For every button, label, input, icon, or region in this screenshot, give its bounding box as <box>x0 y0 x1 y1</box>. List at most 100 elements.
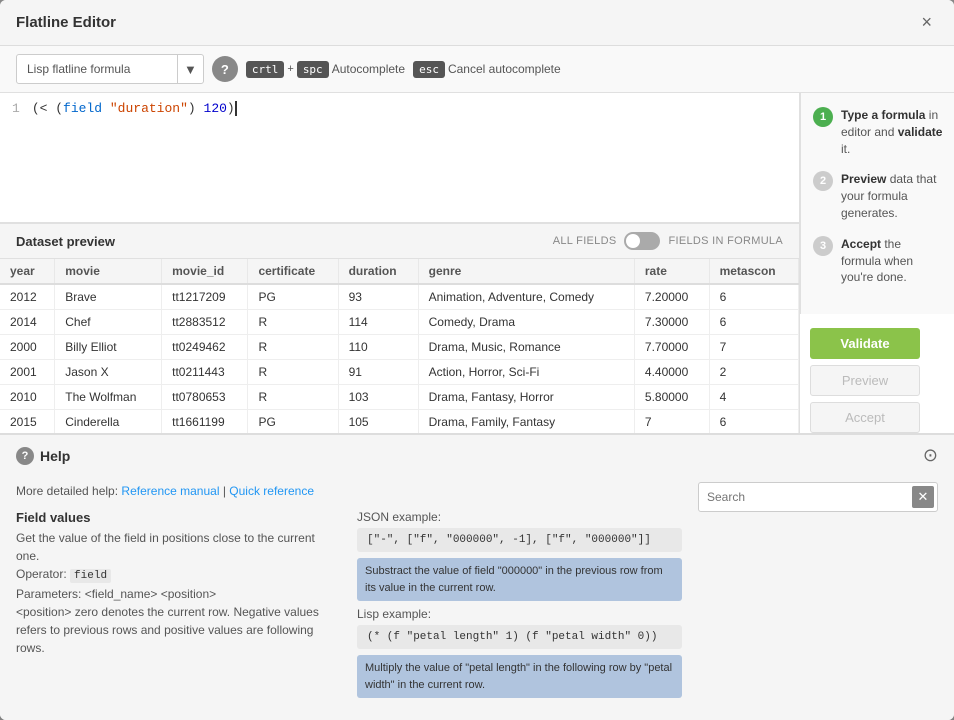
kbd-ctrl: crtl <box>246 61 285 78</box>
data-table: yearmoviemovie_idcertificatedurationgenr… <box>0 259 799 435</box>
table-cell: tt1217209 <box>162 284 248 310</box>
json-example-label: JSON example: <box>357 510 682 524</box>
step-1-num: 1 <box>813 107 833 127</box>
help-right-panel: JSON example: ["-", ["f", "000000", -1],… <box>357 510 682 704</box>
search-input[interactable] <box>699 490 912 504</box>
editor-section: 1 (< (field "duration") 120) Dataset pre… <box>0 93 799 433</box>
table-cell: 7 <box>709 335 798 360</box>
code-line-1: 1 (< (field "duration") 120) <box>12 101 787 116</box>
line-number: 1 <box>12 101 20 116</box>
table-row: 2015Cinderellatt1661199PG105Drama, Famil… <box>0 410 799 435</box>
step-2-num: 2 <box>813 171 833 191</box>
table-cell: Animation, Adventure, Comedy <box>418 284 634 310</box>
formula-dropdown[interactable]: Lisp flatline formula ▼ <box>16 54 204 84</box>
table-row: 2001Jason Xtt0211443R91Action, Horror, S… <box>0 360 799 385</box>
kbd-esc: esc <box>413 61 445 78</box>
code-content: (< (field "duration") 120) <box>32 101 237 116</box>
table-cell: Billy Elliot <box>55 335 162 360</box>
fields-toggle[interactable]: ALL FIELDS FIELDS IN FORMULA <box>553 232 783 250</box>
reference-manual-link[interactable]: Reference manual <box>121 484 219 498</box>
table-cell: R <box>248 335 338 360</box>
table-body: 2012Bravett1217209PG93Animation, Adventu… <box>0 284 799 435</box>
modal-header: Flatline Editor × <box>0 0 954 46</box>
col-header-rate: rate <box>634 259 709 284</box>
help-operator-code: field <box>70 569 111 583</box>
table-cell: R <box>248 385 338 410</box>
action-buttons: Validate Preview Accept <box>800 314 930 443</box>
formula-label: Lisp flatline formula <box>17 62 177 76</box>
search-box[interactable]: ✕ <box>698 482 938 512</box>
code-editor[interactable]: 1 (< (field "duration") 120) <box>0 93 799 223</box>
table-row: 2014Cheftt2883512R114Comedy, Drama7.3000… <box>0 310 799 335</box>
col-header-movie_id: movie_id <box>162 259 248 284</box>
json-highlight: Substract the value of field "000000" in… <box>357 558 682 601</box>
table-row: 2012Bravett1217209PG93Animation, Adventu… <box>0 284 799 310</box>
help-separator: | <box>223 484 226 498</box>
table-cell: Comedy, Drama <box>418 310 634 335</box>
accept-button: Accept <box>810 402 920 433</box>
help-icon: ? <box>16 447 34 465</box>
help-links-prefix: More detailed help: <box>16 484 118 498</box>
step-2-text: Preview data that your formula generates… <box>841 171 943 221</box>
table-cell: tt0780653 <box>162 385 248 410</box>
dropdown-arrow-icon[interactable]: ▼ <box>177 55 203 83</box>
collapse-help-button[interactable]: ⊙ <box>923 445 938 466</box>
table-cell: 2012 <box>0 284 55 310</box>
step-2: 2 Preview data that your formula generat… <box>813 171 943 221</box>
table-cell: R <box>248 360 338 385</box>
table-cell: Drama, Fantasy, Horror <box>418 385 634 410</box>
close-button[interactable]: × <box>915 10 938 35</box>
help-header[interactable]: ? Help ⊙ <box>0 435 954 476</box>
json-code-block: ["-", ["f", "000000", -1], ["f", "000000… <box>357 528 682 552</box>
table-cell: 103 <box>338 385 418 410</box>
table-cell: 105 <box>338 410 418 435</box>
table-cell: 7.30000 <box>634 310 709 335</box>
step-3-num: 3 <box>813 236 833 256</box>
col-header-movie: movie <box>55 259 162 284</box>
autocomplete-shortcut: crtl + spc Autocomplete <box>246 61 405 78</box>
table-cell: tt1661199 <box>162 410 248 435</box>
table-cell: 2 <box>709 360 798 385</box>
autocomplete-label: Autocomplete <box>332 62 405 76</box>
preview-header: Dataset preview ALL FIELDS FIELDS IN FOR… <box>0 224 799 259</box>
table-cell: Cinderella <box>55 410 162 435</box>
table-cell: 4.40000 <box>634 360 709 385</box>
table-cell: 2015 <box>0 410 55 435</box>
table-cell: 6 <box>709 410 798 435</box>
table-cell: Chef <box>55 310 162 335</box>
search-clear-button[interactable]: ✕ <box>912 486 934 508</box>
table-cell: Brave <box>55 284 162 310</box>
cancel-autocomplete-label: Cancel autocomplete <box>448 62 561 76</box>
steps-panel: 1 Type a formula in editor and validate … <box>800 93 954 314</box>
toggle-knob <box>626 234 640 248</box>
table-cell: Action, Horror, Sci-Fi <box>418 360 634 385</box>
table-cell: PG <box>248 284 338 310</box>
kbd-spc: spc <box>297 61 329 78</box>
cancel-autocomplete-shortcut: esc Cancel autocomplete <box>413 61 561 78</box>
table-cell: 91 <box>338 360 418 385</box>
table-cell: 6 <box>709 284 798 310</box>
dataset-preview-title: Dataset preview <box>16 234 115 249</box>
step-3-text: Accept the formula when you're done. <box>841 236 943 286</box>
help-topic-desc1: Get the value of the field in positions … <box>16 529 341 657</box>
quick-reference-link[interactable]: Quick reference <box>229 484 314 498</box>
modal-title: Flatline Editor <box>16 14 116 31</box>
table-container: yearmoviemovie_idcertificatedurationgenr… <box>0 259 799 435</box>
table-cell: 6 <box>709 310 798 335</box>
table-cell: tt0249462 <box>162 335 248 360</box>
validate-button[interactable]: Validate <box>810 328 920 359</box>
toggle-switch[interactable] <box>624 232 660 250</box>
help-button[interactable]: ? <box>212 56 238 82</box>
preview-button: Preview <box>810 365 920 396</box>
help-topic-title: Field values <box>16 510 341 525</box>
step-1-text: Type a formula in editor and validate it… <box>841 107 943 157</box>
side-panel: 1 Type a formula in editor and validate … <box>799 93 954 433</box>
dataset-preview-section: Dataset preview ALL FIELDS FIELDS IN FOR… <box>0 223 799 435</box>
table-cell: tt0211443 <box>162 360 248 385</box>
table-cell: 7.20000 <box>634 284 709 310</box>
table-cell: 2000 <box>0 335 55 360</box>
table-cell: Jason X <box>55 360 162 385</box>
kbd-plus: + <box>287 63 293 75</box>
col-header-genre: genre <box>418 259 634 284</box>
fields-in-formula-label: FIELDS IN FORMULA <box>668 235 783 247</box>
